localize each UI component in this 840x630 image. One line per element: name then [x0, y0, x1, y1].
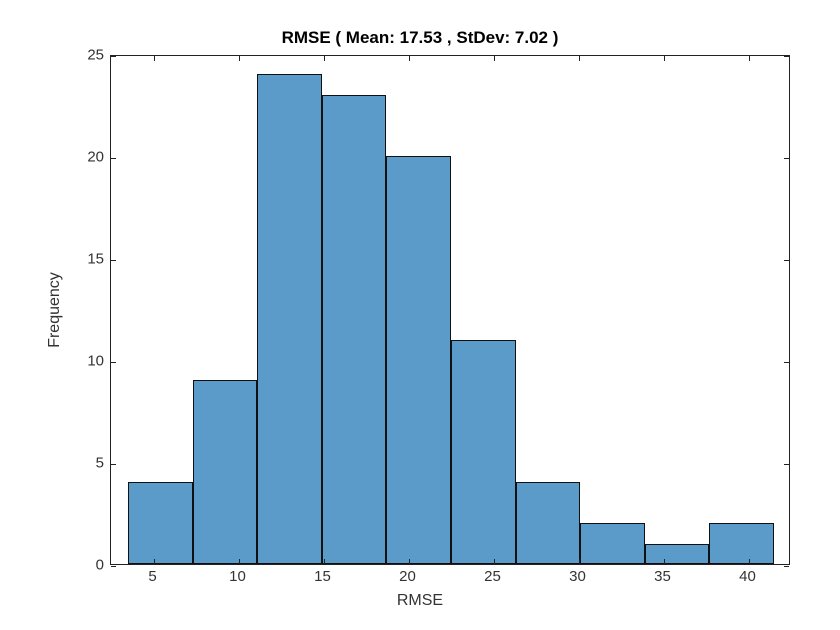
bar: [128, 482, 193, 564]
xtick-mark: [409, 559, 410, 564]
xtick-label: 35: [654, 568, 671, 585]
plot-area: [110, 55, 790, 565]
ytick-label: 10: [4, 353, 104, 370]
bar: [322, 95, 387, 564]
ytick-label: 0: [4, 557, 104, 574]
bar: [580, 523, 645, 564]
bar: [645, 544, 710, 564]
ytick-mark: [784, 566, 789, 567]
xtick-mark: [324, 56, 325, 61]
xtick-label: 30: [569, 568, 586, 585]
ytick-mark: [784, 362, 789, 363]
xtick-mark: [664, 559, 665, 564]
ytick-mark: [111, 464, 116, 465]
xtick-label: 10: [229, 568, 246, 585]
xtick-mark: [239, 559, 240, 564]
ytick-label: 25: [4, 47, 104, 64]
bar: [451, 340, 516, 564]
bar: [386, 156, 451, 564]
ytick-label: 15: [4, 251, 104, 268]
ytick-mark: [784, 464, 789, 465]
chart-title: RMSE ( Mean: 17.53 , StDev: 7.02 ): [0, 28, 840, 48]
xtick-mark: [324, 559, 325, 564]
xtick-mark: [664, 56, 665, 61]
xtick-label: 15: [314, 568, 331, 585]
y-axis-label: Frequency: [46, 272, 64, 348]
ytick-mark: [784, 56, 789, 57]
bar: [709, 523, 774, 564]
xtick-mark: [409, 56, 410, 61]
ytick-mark: [111, 158, 116, 159]
xtick-label: 20: [399, 568, 416, 585]
bar: [516, 482, 581, 564]
xtick-mark: [749, 56, 750, 61]
bar: [257, 74, 322, 564]
xtick-label: 5: [148, 568, 156, 585]
xtick-mark: [579, 56, 580, 61]
ytick-mark: [784, 158, 789, 159]
xtick-mark: [494, 559, 495, 564]
figure: RMSE ( Mean: 17.53 , StDev: 7.02 ) Frequ…: [0, 0, 840, 630]
ytick-label: 5: [4, 455, 104, 472]
ytick-mark: [111, 260, 116, 261]
xtick-label: 25: [484, 568, 501, 585]
xtick-mark: [154, 559, 155, 564]
xtick-mark: [749, 559, 750, 564]
x-axis-label: RMSE: [0, 592, 840, 610]
bar: [193, 380, 258, 564]
ytick-mark: [784, 260, 789, 261]
xtick-mark: [579, 559, 580, 564]
xtick-mark: [494, 56, 495, 61]
ytick-label: 20: [4, 149, 104, 166]
ytick-mark: [111, 566, 116, 567]
ytick-mark: [111, 362, 116, 363]
xtick-mark: [239, 56, 240, 61]
xtick-mark: [154, 56, 155, 61]
xtick-label: 40: [739, 568, 756, 585]
ytick-mark: [111, 56, 116, 57]
